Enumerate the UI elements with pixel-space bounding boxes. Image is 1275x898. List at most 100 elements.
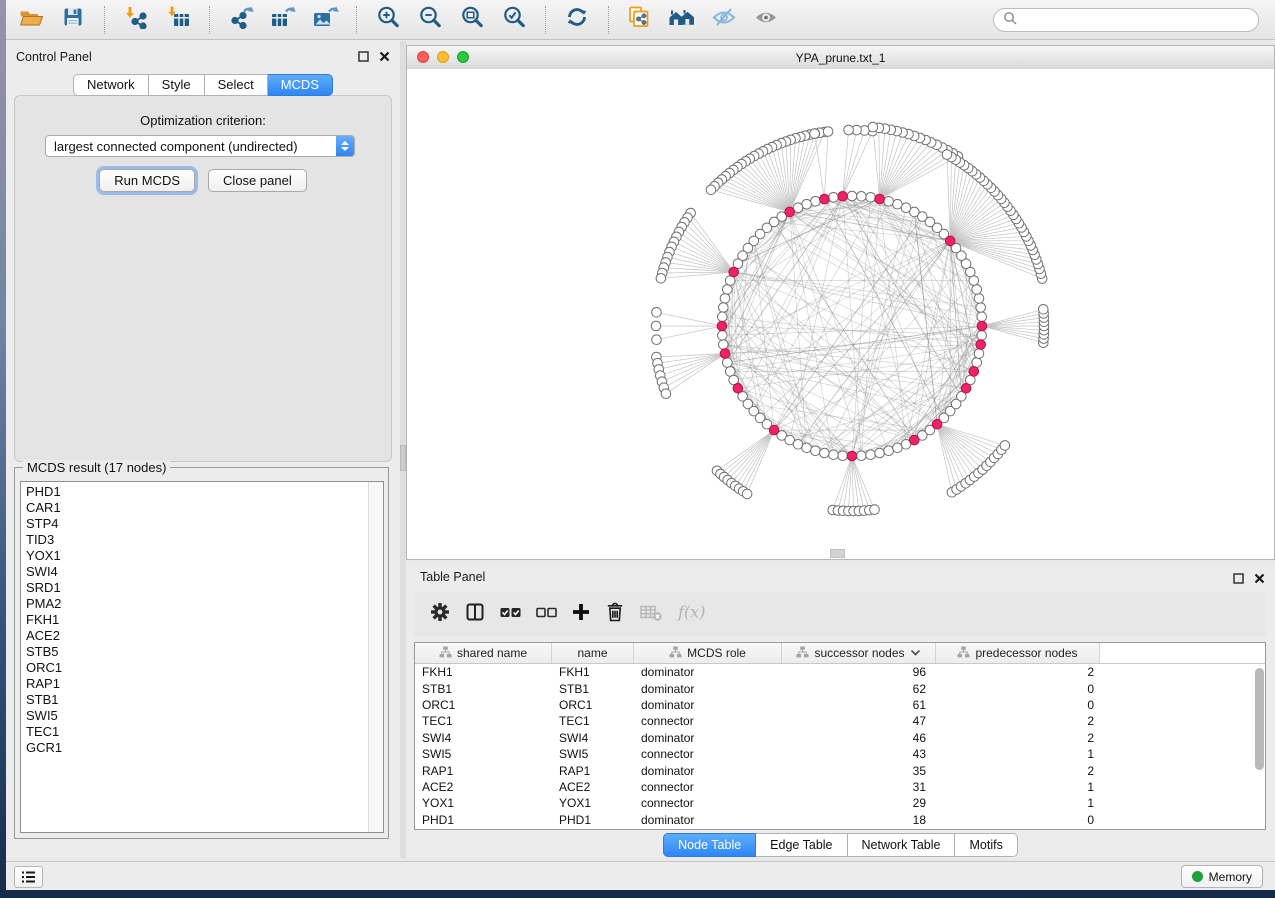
cell-shared-name[interactable]: TEC1 — [415, 714, 552, 728]
cell-predecessor-nodes[interactable]: 2 — [936, 665, 1100, 679]
mcds-result-item[interactable]: CAR1 — [26, 500, 383, 516]
cell-shared-name[interactable]: YOX1 — [415, 796, 552, 810]
mcds-result-item[interactable]: SRD1 — [26, 580, 383, 596]
tab-motifs[interactable]: Motifs — [955, 833, 1017, 857]
deselect-all-button[interactable] — [534, 599, 559, 629]
cell-predecessor-nodes[interactable]: 2 — [936, 731, 1100, 745]
table-row[interactable]: FKH1FKH1dominator962 — [415, 664, 1265, 680]
cell-shared-name[interactable]: SWI5 — [415, 747, 552, 761]
cell-name[interactable]: SWI4 — [552, 731, 634, 745]
horizontal-splitter-grip[interactable] — [830, 549, 845, 558]
cell-mcds-role[interactable]: dominator — [634, 731, 782, 745]
column-header-shared-name[interactable]: shared name — [415, 643, 552, 663]
clone-network-button[interactable] — [623, 4, 657, 36]
run-mcds-button[interactable]: Run MCDS — [99, 169, 195, 192]
cell-mcds-role[interactable]: connector — [634, 796, 782, 810]
tab-select[interactable]: Select — [205, 74, 268, 96]
mcds-result-item[interactable]: TID3 — [26, 532, 383, 548]
cell-name[interactable]: ORC1 — [552, 698, 634, 712]
mcds-result-item[interactable]: ACE2 — [26, 628, 383, 644]
tab-edge-table[interactable]: Edge Table — [756, 833, 847, 857]
search-input[interactable] — [1023, 12, 1249, 28]
network-canvas[interactable] — [407, 69, 1274, 559]
mcds-result-item[interactable]: TEC1 — [26, 724, 383, 740]
first-neighbors-button[interactable] — [665, 4, 699, 36]
cell-shared-name[interactable]: PHD1 — [415, 813, 552, 827]
cell-mcds-role[interactable]: dominator — [634, 682, 782, 696]
table-row[interactable]: YOX1YOX1connector291 — [415, 795, 1265, 811]
zoom-out-button[interactable] — [413, 4, 447, 36]
float-window-icon[interactable] — [357, 50, 369, 62]
close-panel-icon[interactable] — [378, 50, 390, 62]
cell-predecessor-nodes[interactable]: 1 — [936, 796, 1100, 810]
select-all-button[interactable] — [498, 599, 523, 629]
table-scrollbar-thumb[interactable] — [1255, 668, 1264, 770]
column-header-predecessor-nodes[interactable]: predecessor nodes — [936, 643, 1100, 663]
mcds-result-item[interactable]: SWI5 — [26, 708, 383, 724]
cell-mcds-role[interactable]: dominator — [634, 764, 782, 778]
memory-button[interactable]: Memory — [1181, 865, 1263, 888]
close-panel-icon[interactable] — [1253, 572, 1265, 584]
table-row[interactable]: PHD1PHD1dominator180 — [415, 812, 1265, 828]
mcds-result-item[interactable]: PHD1 — [26, 484, 383, 500]
mcds-result-item[interactable]: YOX1 — [26, 548, 383, 564]
export-table-button[interactable] — [266, 4, 300, 36]
mcds-result-item[interactable]: FKH1 — [26, 612, 383, 628]
table-row[interactable]: SWI4SWI4dominator462 — [415, 730, 1265, 746]
cell-shared-name[interactable]: RAP1 — [415, 764, 552, 778]
mcds-result-list[interactable]: PHD1CAR1STP4TID3YOX1SWI4SRD1PMA2FKH1ACE2… — [20, 481, 384, 833]
cell-shared-name[interactable]: STB1 — [415, 682, 552, 696]
cell-name[interactable]: TEC1 — [552, 714, 634, 728]
mcds-result-item[interactable]: ORC1 — [26, 660, 383, 676]
zoom-fit-button[interactable] — [455, 4, 489, 36]
table-row[interactable]: RAP1RAP1dominator352 — [415, 762, 1265, 778]
cell-name[interactable]: YOX1 — [552, 796, 634, 810]
cell-successor-nodes[interactable]: 35 — [782, 764, 936, 778]
import-network-button[interactable] — [119, 4, 153, 36]
tab-mcds[interactable]: MCDS — [268, 74, 333, 96]
cell-mcds-role[interactable]: dominator — [634, 698, 782, 712]
cell-successor-nodes[interactable]: 31 — [782, 780, 936, 794]
criterion-dropdown[interactable]: largest connected component (undirected) — [45, 135, 355, 157]
tab-style[interactable]: Style — [149, 74, 205, 96]
cell-shared-name[interactable]: ORC1 — [415, 698, 552, 712]
table-row[interactable]: TEC1TEC1connector472 — [415, 713, 1265, 729]
column-header-name[interactable]: name — [552, 643, 634, 663]
network-window-titlebar[interactable]: YPA_prune.txt_1 — [407, 46, 1274, 70]
cell-name[interactable]: SWI5 — [552, 747, 634, 761]
cell-predecessor-nodes[interactable]: 0 — [936, 698, 1100, 712]
cell-successor-nodes[interactable]: 43 — [782, 747, 936, 761]
cell-predecessor-nodes[interactable]: 0 — [936, 813, 1100, 827]
cell-name[interactable]: ACE2 — [552, 780, 634, 794]
cell-shared-name[interactable]: FKH1 — [415, 665, 552, 679]
settings-button[interactable] — [428, 599, 452, 629]
maximize-window-icon[interactable] — [457, 51, 469, 63]
table-row[interactable]: ACE2ACE2connector311 — [415, 779, 1265, 795]
cell-predecessor-nodes[interactable]: 0 — [936, 682, 1100, 696]
cell-successor-nodes[interactable]: 96 — [782, 665, 936, 679]
cell-predecessor-nodes[interactable]: 1 — [936, 747, 1100, 761]
cell-successor-nodes[interactable]: 18 — [782, 813, 936, 827]
refresh-view-button[interactable] — [560, 4, 594, 36]
close-window-icon[interactable] — [417, 51, 429, 63]
hide-selected-button[interactable] — [707, 4, 741, 36]
mcds-result-item[interactable]: GCR1 — [26, 740, 383, 756]
cell-mcds-role[interactable]: connector — [634, 747, 782, 761]
cell-successor-nodes[interactable]: 46 — [782, 731, 936, 745]
save-session-button[interactable] — [56, 4, 90, 36]
cell-predecessor-nodes[interactable]: 2 — [936, 714, 1100, 728]
column-header-successor-nodes[interactable]: successor nodes — [782, 643, 936, 663]
cell-shared-name[interactable]: SWI4 — [415, 731, 552, 745]
export-image-button[interactable] — [308, 4, 342, 36]
open-file-button[interactable] — [14, 4, 48, 36]
scrollbar-track[interactable] — [368, 482, 383, 832]
zoom-selected-button[interactable] — [497, 4, 531, 36]
mcds-result-item[interactable]: PMA2 — [26, 596, 383, 612]
cell-successor-nodes[interactable]: 29 — [782, 796, 936, 810]
search-box[interactable] — [993, 8, 1259, 32]
show-panels-menu-button[interactable] — [14, 866, 43, 888]
export-network-button[interactable] — [224, 4, 258, 36]
mcds-result-item[interactable]: SWI4 — [26, 564, 383, 580]
mcds-result-item[interactable]: STB5 — [26, 644, 383, 660]
cell-successor-nodes[interactable]: 47 — [782, 714, 936, 728]
